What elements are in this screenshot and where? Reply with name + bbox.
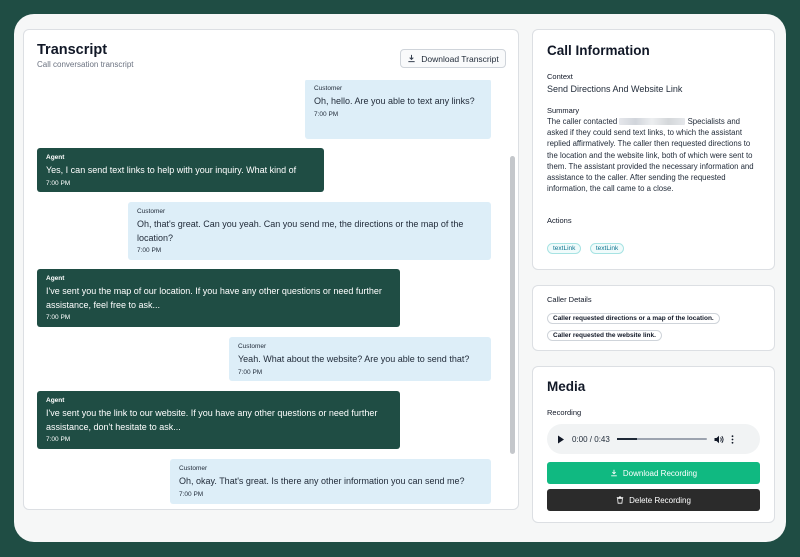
message-text: Oh, hello. Are you able to text any link… bbox=[314, 96, 475, 106]
app-window: Transcript Call conversation transcript … bbox=[14, 14, 786, 542]
message-speaker: Customer bbox=[179, 465, 208, 472]
volume-icon[interactable] bbox=[714, 435, 724, 444]
download-recording-label: Download Recording bbox=[622, 468, 698, 478]
message-bubble: Agent I've sent you the map of our locat… bbox=[37, 269, 400, 327]
transcript-subtitle: Call conversation transcript bbox=[37, 60, 134, 69]
message-bubble: Agent Yes, I can send text links to help… bbox=[37, 148, 324, 192]
message-bubble: Customer Oh, that's great. Can you yeah.… bbox=[128, 202, 491, 260]
message-speaker: Customer bbox=[238, 343, 267, 350]
message-bubble: Customer Yeah. What about the website? A… bbox=[229, 337, 491, 381]
actions-list: textLink textLink bbox=[547, 237, 628, 255]
action-tag: textLink bbox=[547, 243, 582, 254]
more-options-icon[interactable] bbox=[731, 434, 734, 444]
message-speaker: Agent bbox=[46, 397, 65, 404]
message-text: I've sent you the map of our location. I… bbox=[46, 286, 382, 310]
download-recording-button[interactable]: Download Recording bbox=[547, 462, 760, 484]
message-time: 7:00 PM bbox=[46, 314, 71, 321]
media-card: Media Recording 0:00 / 0:43 Download Rec… bbox=[532, 366, 775, 523]
caller-detail-item: Caller requested the website link. bbox=[547, 330, 662, 341]
call-info-title: Call Information bbox=[547, 43, 650, 58]
message-text: Yeah. What about the website? Are you ab… bbox=[238, 354, 470, 364]
caller-detail-item: Caller requested directions or a map of … bbox=[547, 313, 720, 324]
message-speaker: Customer bbox=[137, 208, 166, 215]
message-time: 7:00 PM bbox=[137, 247, 162, 254]
play-icon[interactable] bbox=[557, 435, 565, 444]
playback-time: 0:00 / 0:43 bbox=[572, 434, 610, 444]
transcript-panel: Transcript Call conversation transcript … bbox=[23, 29, 519, 510]
message-list[interactable]: Customer Oh, hello. Are you able to text… bbox=[24, 80, 508, 509]
message-time: 7:00 PM bbox=[46, 436, 71, 443]
message-speaker: Agent bbox=[46, 275, 65, 282]
message-bubble: Customer Oh, okay. That's great. Is ther… bbox=[170, 459, 491, 504]
message-text: Oh, okay. That's great. Is there any oth… bbox=[179, 476, 465, 486]
message-time: 7:00 PM bbox=[238, 368, 263, 376]
transcript-title: Transcript bbox=[37, 42, 108, 58]
context-label: Context bbox=[547, 72, 573, 81]
summary-prefix: The caller contacted bbox=[547, 117, 618, 126]
actions-label: Actions bbox=[547, 216, 572, 225]
delete-recording-label: Delete Recording bbox=[629, 495, 691, 505]
media-title: Media bbox=[547, 379, 586, 394]
download-transcript-button[interactable]: Download Transcript bbox=[400, 49, 506, 68]
audio-player: 0:00 / 0:43 bbox=[547, 424, 760, 454]
message-time: 7:00 PM bbox=[314, 110, 339, 118]
summary-label: Summary bbox=[547, 106, 580, 115]
message-speaker: Agent bbox=[46, 154, 65, 161]
message-bubble: Agent I've sent you the link to our webs… bbox=[37, 391, 400, 449]
playback-progress-fill bbox=[616, 438, 637, 440]
download-icon bbox=[408, 54, 415, 63]
message-time: 7:00 PM bbox=[179, 490, 204, 498]
playback-progress-bar[interactable] bbox=[616, 438, 707, 440]
transcript-scrollbar[interactable] bbox=[510, 156, 515, 454]
trash-icon bbox=[616, 496, 624, 504]
summary-text: The caller contacted Specialists and ask… bbox=[547, 116, 761, 194]
action-tag: textLink bbox=[589, 243, 625, 254]
message-text: Yes, I can send text links to help with … bbox=[46, 165, 297, 175]
caller-details-label: Caller Details bbox=[547, 295, 592, 304]
message-text: Oh, that's great. Can you yeah. Can you … bbox=[137, 219, 464, 243]
call-information-card: Call Information Context Send Directions… bbox=[532, 29, 775, 270]
download-icon bbox=[611, 469, 617, 477]
message-bubble: Customer Oh, hello. Are you able to text… bbox=[305, 80, 491, 139]
caller-details-card: Caller Details Caller requested directio… bbox=[532, 285, 775, 351]
delete-recording-button[interactable]: Delete Recording bbox=[547, 489, 760, 511]
message-text: I've sent you the link to our website. I… bbox=[46, 408, 378, 432]
download-transcript-label: Download Transcript bbox=[421, 53, 499, 64]
message-speaker: Customer bbox=[314, 85, 343, 92]
message-time: 7:00 PM bbox=[46, 179, 71, 187]
summary-suffix: Specialists and asked if they could send… bbox=[547, 117, 754, 194]
recording-label: Recording bbox=[547, 408, 582, 417]
context-value: Send Directions And Website Link bbox=[547, 84, 683, 94]
redacted-name bbox=[619, 118, 686, 126]
